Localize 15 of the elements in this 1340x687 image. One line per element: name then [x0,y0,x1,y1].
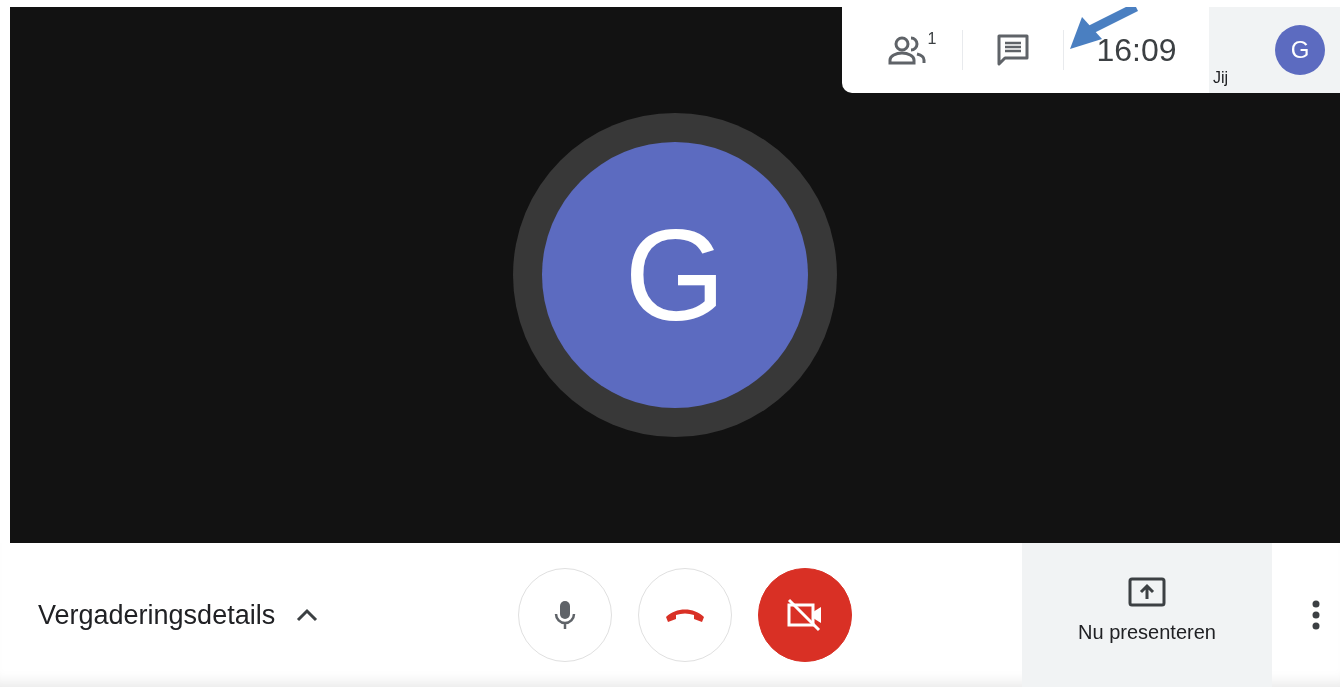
self-avatar: G [1275,25,1325,75]
more-icon [1312,600,1320,630]
microphone-icon [553,599,577,631]
participant-avatar: G [542,142,808,408]
chevron-icon [295,607,320,623]
participant-count: 1 [927,30,937,48]
present-now-button[interactable]: Nu presenteren [1022,543,1272,687]
self-label: Jij [1213,69,1229,87]
participants-button[interactable]: 1 [862,20,962,80]
present-icon [1128,576,1166,609]
meeting-details-button[interactable]: Vergaderingsdetails [38,599,518,631]
more-options-button[interactable] [1312,600,1320,630]
phone-icon [664,607,706,623]
chat-icon [995,32,1031,68]
clock-time: 16:09 [1095,31,1178,69]
